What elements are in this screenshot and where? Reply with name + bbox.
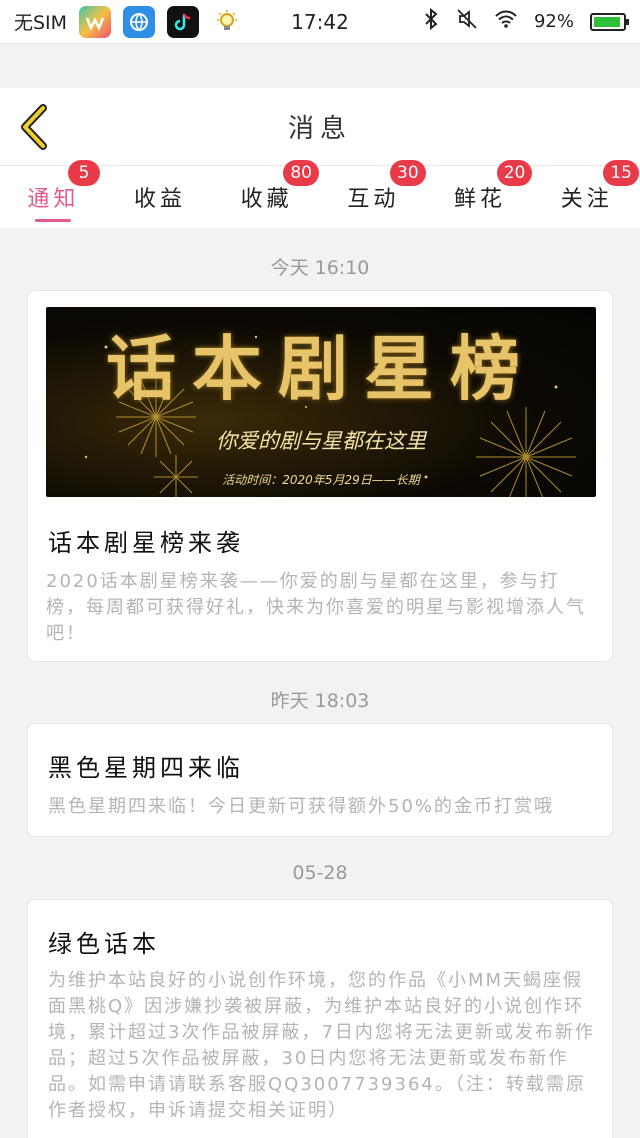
bulb-icon [211, 6, 243, 38]
banner-title: 话本剧星榜 [106, 327, 536, 410]
message-body: 黑色星期四来临！今日更新可获得额外50%的金币打赏哦 [48, 796, 555, 817]
banner-subtitle: 你爱的剧与星都在这里 [216, 429, 426, 453]
tab-label: 关注 [560, 187, 613, 212]
status-bar: 无SIM 17:42 92% [0, 0, 640, 44]
tab-interactions[interactable]: 互动 30 [320, 160, 427, 228]
mute-icon [456, 8, 478, 35]
tab-active-indicator [35, 219, 72, 222]
tab-favorites[interactable]: 收藏 80 [213, 160, 320, 228]
tab-badge: 30 [390, 160, 426, 186]
tab-label: 通知 [27, 187, 80, 212]
carrier-label: 无SIM [14, 12, 68, 34]
date-label: 05-28 [292, 862, 348, 884]
battery-percent: 92% [533, 11, 574, 32]
tab-badge: 5 [68, 160, 100, 186]
message-body: 2020话本剧星榜来袭——你爱的剧与星都在这里，参与打榜，每周都可获得好礼，快来… [46, 571, 586, 644]
tab-notifications[interactable]: 通知 5 [0, 160, 107, 228]
page-title: 消息 [287, 114, 352, 144]
tab-label: 鲜花 [454, 187, 507, 212]
tab-following[interactable]: 关注 15 [533, 160, 640, 228]
banner-time: 活动时间：2020年5月29日——长期 [222, 473, 420, 487]
message-body: 为维护本站良好的小说创作环境，您的作品《小MM天蝎座假面黑桃Q》因涉嫌抄袭被屏蔽… [48, 970, 595, 1121]
message-title: 话本剧星榜来袭 [48, 529, 244, 557]
date-label: 昨天 18:03 [270, 690, 370, 712]
tab-label: 收藏 [240, 187, 293, 212]
browser-icon [123, 5, 156, 38]
tab-bar: 通知 5 收益 收藏 80 互动 30 鲜花 20 关注 15 [0, 160, 640, 228]
tab-label: 收益 [134, 187, 187, 212]
tab-badge: 20 [496, 160, 533, 186]
message-card[interactable]: 话本剧星榜 你爱的剧与星都在这里 活动时间：2020年5月29日——长期 话本剧… [27, 290, 613, 662]
tiktok-icon [167, 5, 200, 38]
chevron-left-icon [21, 104, 47, 150]
header: 消息 [0, 88, 640, 166]
tab-earnings[interactable]: 收益 [107, 166, 214, 228]
app-store-icon [79, 5, 112, 38]
tab-badge: 15 [603, 160, 639, 186]
tab-badge: 80 [283, 160, 319, 186]
promo-banner[interactable]: 话本剧星榜 你爱的剧与星都在这里 活动时间：2020年5月29日——长期 [46, 307, 596, 497]
message-card[interactable]: 绿色话本 为维护本站良好的小说创作环境，您的作品《小MM天蝎座假面黑桃Q》因涉嫌… [27, 899, 613, 1138]
tab-label: 互动 [347, 187, 400, 212]
tab-flowers[interactable]: 鲜花 20 [427, 160, 534, 228]
bluetooth-icon [422, 7, 440, 35]
message-card[interactable]: 黑色星期四来临 黑色星期四来临！今日更新可获得额外50%的金币打赏哦 [27, 723, 613, 837]
message-title: 黑色星期四来临 [48, 754, 244, 782]
back-button[interactable] [14, 102, 54, 152]
battery-icon [590, 12, 629, 31]
date-label: 今天 16:10 [270, 257, 370, 279]
wifi-icon [494, 9, 518, 34]
message-title: 绿色话本 [48, 930, 160, 958]
